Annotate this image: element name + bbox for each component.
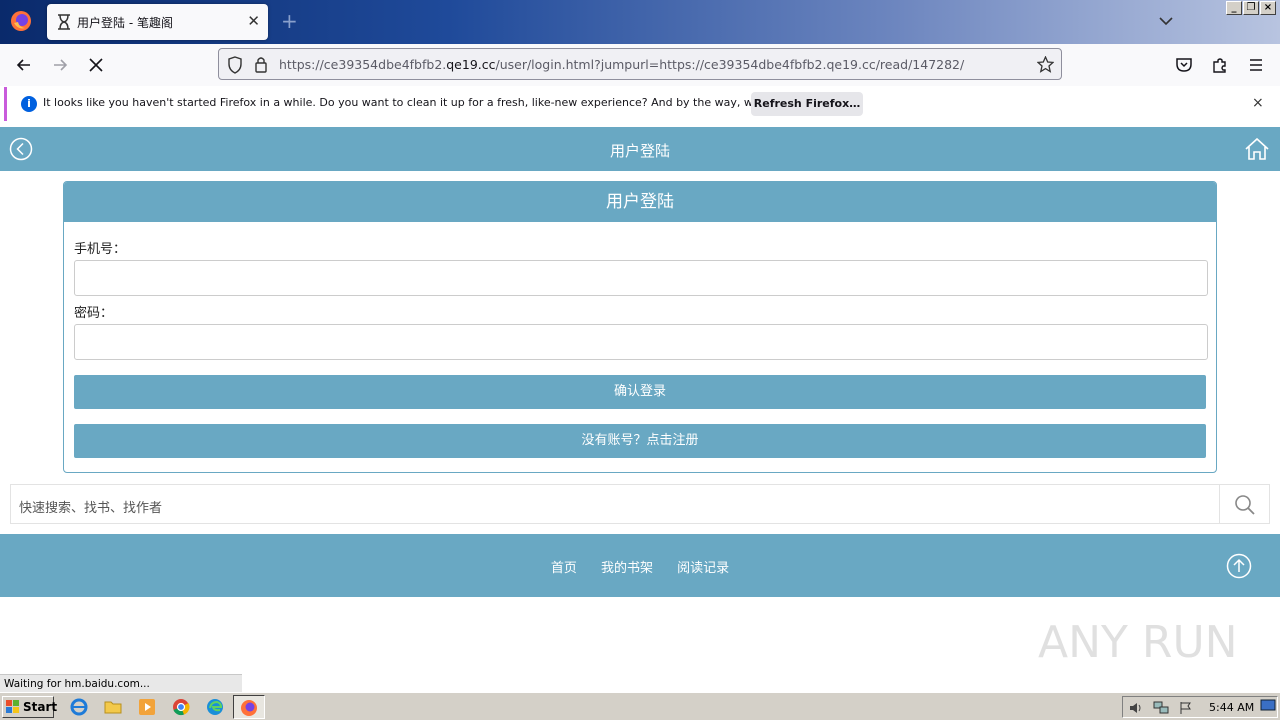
anyrun-watermark-logo: ANY RUN [1038,617,1238,668]
tab-active[interactable]: 用户登陆 - 笔趣阁 ✕ [47,4,268,40]
tab-title: 用户登陆 - 笔趣阁 [77,16,173,30]
windows-logo-icon [6,700,19,713]
volume-icon[interactable] [1129,701,1143,715]
hamburger-menu-icon[interactable] [1246,55,1266,75]
tab-close-icon[interactable]: ✕ [247,13,260,29]
register-button[interactable]: 没有账号？点击注册 [74,424,1206,458]
window-controls: _ ❐ × [1226,1,1276,15]
windows-taskbar: Start 5:44 AM [0,692,1280,720]
search-input[interactable]: 快速搜索、找书、找作者 [19,497,162,516]
chrome-icon[interactable] [172,698,190,716]
search-bar: 快速搜索、找书、找作者 [10,484,1270,524]
password-input[interactable] [74,324,1208,360]
close-notification-icon[interactable]: × [1252,95,1264,111]
navigation-toolbar: https://ce39354dbe4fbfb2.qe19.cc/user/lo… [0,44,1280,86]
back-arrow-icon[interactable] [14,55,34,75]
firefox-icon [241,700,257,716]
scroll-top-icon[interactable] [1226,553,1252,579]
svg-text:ANY RUN: ANY RUN [1038,617,1238,668]
login-panel: 用户登陆 手机号： 密码： 确认登录 没有账号？点击注册 [63,181,1217,473]
clock: 5:44 AM [1209,701,1255,714]
url-bar[interactable]: https://ce39354dbe4fbfb2.qe19.cc/user/lo… [218,48,1062,80]
pocket-icon[interactable] [1174,55,1194,75]
phone-input[interactable] [74,260,1208,296]
media-player-icon[interactable] [138,698,156,716]
page-footer: 首页 我的书架 阅读记录 [0,534,1280,597]
close-window-button[interactable]: × [1260,1,1276,15]
lock-icon[interactable] [254,56,268,73]
footer-link-bookshelf[interactable]: 我的书架 [601,561,653,576]
page-header: 用户登陆 [0,127,1280,171]
browser-tab-bar: 用户登陆 - 笔趣阁 ✕ + _ ❐ × [0,0,1280,44]
status-bar: Waiting for hm.baidu.com... [0,674,242,692]
shield-icon[interactable] [227,56,243,74]
phone-label: 手机号： [74,242,127,257]
search-button[interactable] [1219,485,1269,523]
restore-button[interactable]: ❐ [1243,1,1259,15]
password-label: 密码： [74,306,114,321]
info-icon: i [21,96,37,112]
list-tabs-chevron-icon[interactable] [1158,14,1174,28]
home-icon[interactable] [1244,137,1270,161]
new-tab-button[interactable]: + [281,10,298,32]
footer-links: 首页 我的书架 阅读记录 [0,557,1280,576]
minimize-button[interactable]: _ [1226,1,1242,15]
ie-icon[interactable] [70,698,88,716]
forward-arrow-icon[interactable] [50,55,70,75]
loading-hourglass-icon [58,14,70,30]
system-tray: 5:44 AM [1122,696,1278,718]
edge-icon[interactable] [206,698,224,716]
refresh-firefox-button[interactable]: Refresh Firefox… [751,92,863,116]
bookmark-star-icon[interactable] [1037,56,1054,73]
search-icon [1235,495,1255,515]
footer-link-history[interactable]: 阅读记录 [677,561,729,576]
page-content: 用户登陆 用户登陆 手机号： 密码： 确认登录 没有账号？点击注册 快速搜索、找… [0,125,1280,690]
notification-bar: i It looks like you haven't started Fire… [4,87,1276,121]
notification-text: It looks like you haven't started Firefo… [43,96,827,109]
start-label: Start [23,700,58,714]
folder-icon[interactable] [104,698,122,716]
url-text[interactable]: https://ce39354dbe4fbfb2.qe19.cc/user/lo… [279,57,964,72]
login-panel-title: 用户登陆 [64,182,1216,222]
start-button[interactable]: Start [2,696,58,718]
network-icon[interactable] [1153,701,1169,715]
confirm-login-button[interactable]: 确认登录 [74,375,1206,409]
stop-loading-icon[interactable] [86,55,106,75]
footer-link-home[interactable]: 首页 [551,561,577,576]
show-desktop-icon[interactable] [1260,699,1276,713]
action-center-flag-icon[interactable] [1179,701,1193,715]
extensions-icon[interactable] [1210,55,1230,75]
firefox-icon[interactable] [10,10,32,32]
page-title: 用户登陆 [609,142,670,160]
firefox-taskbar-button[interactable] [233,695,265,719]
